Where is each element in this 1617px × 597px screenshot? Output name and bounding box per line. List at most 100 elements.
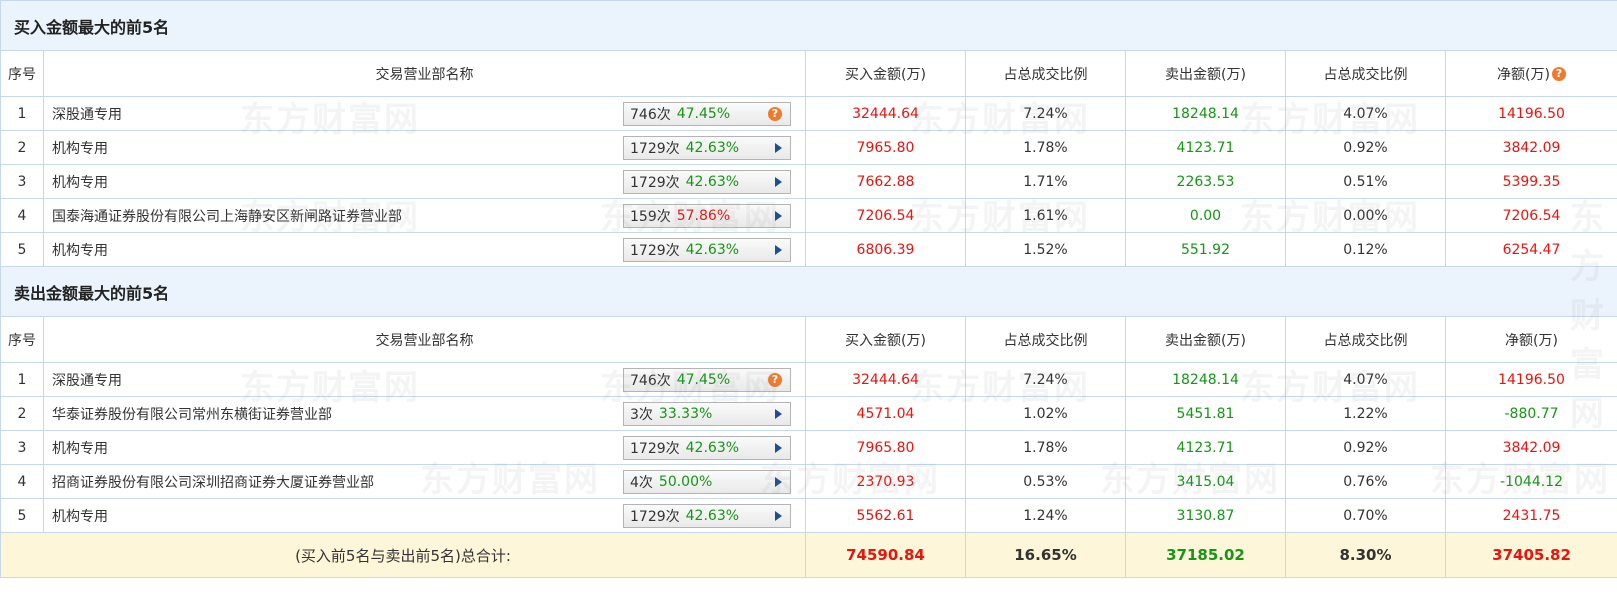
header-buy-amount: 买入金额(万) <box>805 316 966 363</box>
totals-row: (买入前5名与卖出前5名)总合计: 74590.84 16.65% 37185.… <box>0 532 1617 578</box>
net-amount: 14196.50 <box>1444 362 1617 397</box>
header-net-amount: 净额(万)? <box>1444 50 1617 97</box>
branch-stats-box[interactable]: 159次 57.86% <box>623 203 791 228</box>
listing-count: 1729次 <box>630 242 680 259</box>
row-index: 3 <box>0 430 44 465</box>
header-sell-ratio: 占总成交比例 <box>1285 50 1446 97</box>
net-amount: 3842.09 <box>1444 430 1617 465</box>
sell-amount: 18248.14 <box>1125 362 1286 397</box>
play-icon[interactable] <box>775 210 782 221</box>
table-row: 2 机构专用 1729次 42.63% 7965.80 1.78% 4123.71 0.92%… <box>0 130 1617 165</box>
header-sell-ratio: 占总成交比例 <box>1285 316 1446 363</box>
branch-name[interactable]: 华泰证券股份有限公司常州东横街证券营业部 <box>52 404 332 424</box>
row-index: 2 <box>0 396 44 431</box>
buy-ratio: 1.02% <box>965 396 1126 431</box>
totals-sell: 37185.02 <box>1125 532 1286 578</box>
buy-ratio: 1.71% <box>965 164 1126 199</box>
branch-cell: 机构专用 1729次 42.63% <box>43 232 806 267</box>
branch-name[interactable]: 机构专用 <box>52 240 108 260</box>
branch-stats-box[interactable]: 4次 50.00% <box>623 469 791 494</box>
row-index: 4 <box>0 198 44 233</box>
header-branch-name: 交易营业部名称 <box>43 50 806 97</box>
sell-section-title-row: 卖出金额最大的前5名 <box>0 266 1617 317</box>
table-row: 1 深股通专用 746次 47.45%? 32444.64 7.24% 18248.14 4.… <box>0 362 1617 397</box>
row-index: 3 <box>0 164 44 199</box>
longhubang-table: 买入金额最大的前5名 序号 交易营业部名称 买入金额(万) 占总成交比例 卖出金… <box>0 0 1617 578</box>
totals-sell-ratio: 8.30% <box>1285 532 1446 578</box>
header-sell-amount: 卖出金额(万) <box>1125 50 1286 97</box>
buy-ratio: 1.78% <box>965 430 1126 465</box>
buy-ratio: 1.24% <box>965 498 1126 533</box>
listing-count: 159次 <box>630 208 671 225</box>
play-icon[interactable] <box>775 142 782 153</box>
totals-buy-ratio: 16.65% <box>965 532 1126 578</box>
branch-name[interactable]: 招商证券股份有限公司深圳招商证券大厦证券营业部 <box>52 472 374 492</box>
net-amount: 7206.54 <box>1444 198 1617 233</box>
play-icon[interactable] <box>775 408 782 419</box>
play-icon[interactable] <box>775 442 782 453</box>
help-icon[interactable]: ? <box>1551 66 1566 81</box>
branch-name[interactable]: 深股通专用 <box>52 104 122 124</box>
help-icon[interactable]: ? <box>768 372 782 387</box>
sell-amount: 18248.14 <box>1125 96 1286 131</box>
branch-cell: 深股通专用 746次 47.45%? <box>43 96 806 131</box>
branch-name[interactable]: 机构专用 <box>52 506 108 526</box>
branch-cell: 机构专用 1729次 42.63% <box>43 130 806 165</box>
branch-name[interactable]: 机构专用 <box>52 172 108 192</box>
header-branch-name: 交易营业部名称 <box>43 316 806 363</box>
help-icon[interactable]: ? <box>768 106 782 121</box>
row-index: 1 <box>0 362 44 397</box>
branch-stats-box[interactable]: 1729次 42.63% <box>623 135 791 160</box>
sell-section-title: 卖出金额最大的前5名 <box>0 266 1617 317</box>
branch-cell: 机构专用 1729次 42.63% <box>43 498 806 533</box>
sell-ratio: 4.07% <box>1285 362 1446 397</box>
table-row: 5 机构专用 1729次 42.63% 5562.61 1.24% 3130.87 0.70%… <box>0 498 1617 533</box>
buy-amount: 32444.64 <box>805 362 966 397</box>
sell-ratio: 0.70% <box>1285 498 1446 533</box>
buy-amount: 6806.39 <box>805 232 966 267</box>
buy-amount: 4571.04 <box>805 396 966 431</box>
branch-stats-box[interactable]: 746次 47.45%? <box>623 101 791 126</box>
table-row: 5 机构专用 1729次 42.63% 6806.39 1.52% 551.92 0.12% 6… <box>0 232 1617 267</box>
win-rate: 50.00% <box>658 473 713 490</box>
win-rate: 42.63% <box>685 439 740 456</box>
header-net-amount: 净额(万) <box>1444 316 1617 363</box>
branch-stats-box[interactable]: 746次 47.45%? <box>623 367 791 392</box>
branch-name[interactable]: 机构专用 <box>52 138 108 158</box>
sell-ratio: 0.92% <box>1285 430 1446 465</box>
sell-amount: 3415.04 <box>1125 464 1286 499</box>
sell-amount: 3130.87 <box>1125 498 1286 533</box>
win-rate: 42.63% <box>685 173 740 190</box>
sell-ratio: 0.92% <box>1285 130 1446 165</box>
net-amount: 3842.09 <box>1444 130 1617 165</box>
sell-amount: 0.00 <box>1125 198 1286 233</box>
play-icon[interactable] <box>775 176 782 187</box>
play-icon[interactable] <box>775 476 782 487</box>
branch-name[interactable]: 国泰海通证券股份有限公司上海静安区新闸路证券营业部 <box>52 206 402 226</box>
branch-stats-box[interactable]: 1729次 42.63% <box>623 169 791 194</box>
buy-ratio: 1.61% <box>965 198 1126 233</box>
listing-count: 1729次 <box>630 140 680 157</box>
branch-stats-box[interactable]: 1729次 42.63% <box>623 503 791 528</box>
header-buy-amount: 买入金额(万) <box>805 50 966 97</box>
totals-net: 37405.82 <box>1444 532 1617 578</box>
branch-stats-box[interactable]: 3次 33.33% <box>623 401 791 426</box>
branch-name[interactable]: 深股通专用 <box>52 370 122 390</box>
sell-amount: 551.92 <box>1125 232 1286 267</box>
buy-ratio: 0.53% <box>965 464 1126 499</box>
table-row: 2 华泰证券股份有限公司常州东横街证券营业部 3次 33.33% 4571.04 1.02… <box>0 396 1617 431</box>
listing-count: 746次 <box>630 106 671 123</box>
branch-stats-box[interactable]: 1729次 42.63% <box>623 435 791 460</box>
branch-cell: 机构专用 1729次 42.63% <box>43 430 806 465</box>
sell-amount: 2263.53 <box>1125 164 1286 199</box>
header-buy-ratio: 占总成交比例 <box>965 50 1126 97</box>
table-row: 1 深股通专用 746次 47.45%? 32444.64 7.24% 18248.14 4.… <box>0 96 1617 131</box>
sell-amount: 4123.71 <box>1125 130 1286 165</box>
listing-count: 746次 <box>630 372 671 389</box>
play-icon[interactable] <box>775 244 782 255</box>
play-icon[interactable] <box>775 510 782 521</box>
branch-name[interactable]: 机构专用 <box>52 438 108 458</box>
branch-stats-box[interactable]: 1729次 42.63% <box>623 237 791 262</box>
win-rate: 57.86% <box>676 207 731 224</box>
row-index: 1 <box>0 96 44 131</box>
